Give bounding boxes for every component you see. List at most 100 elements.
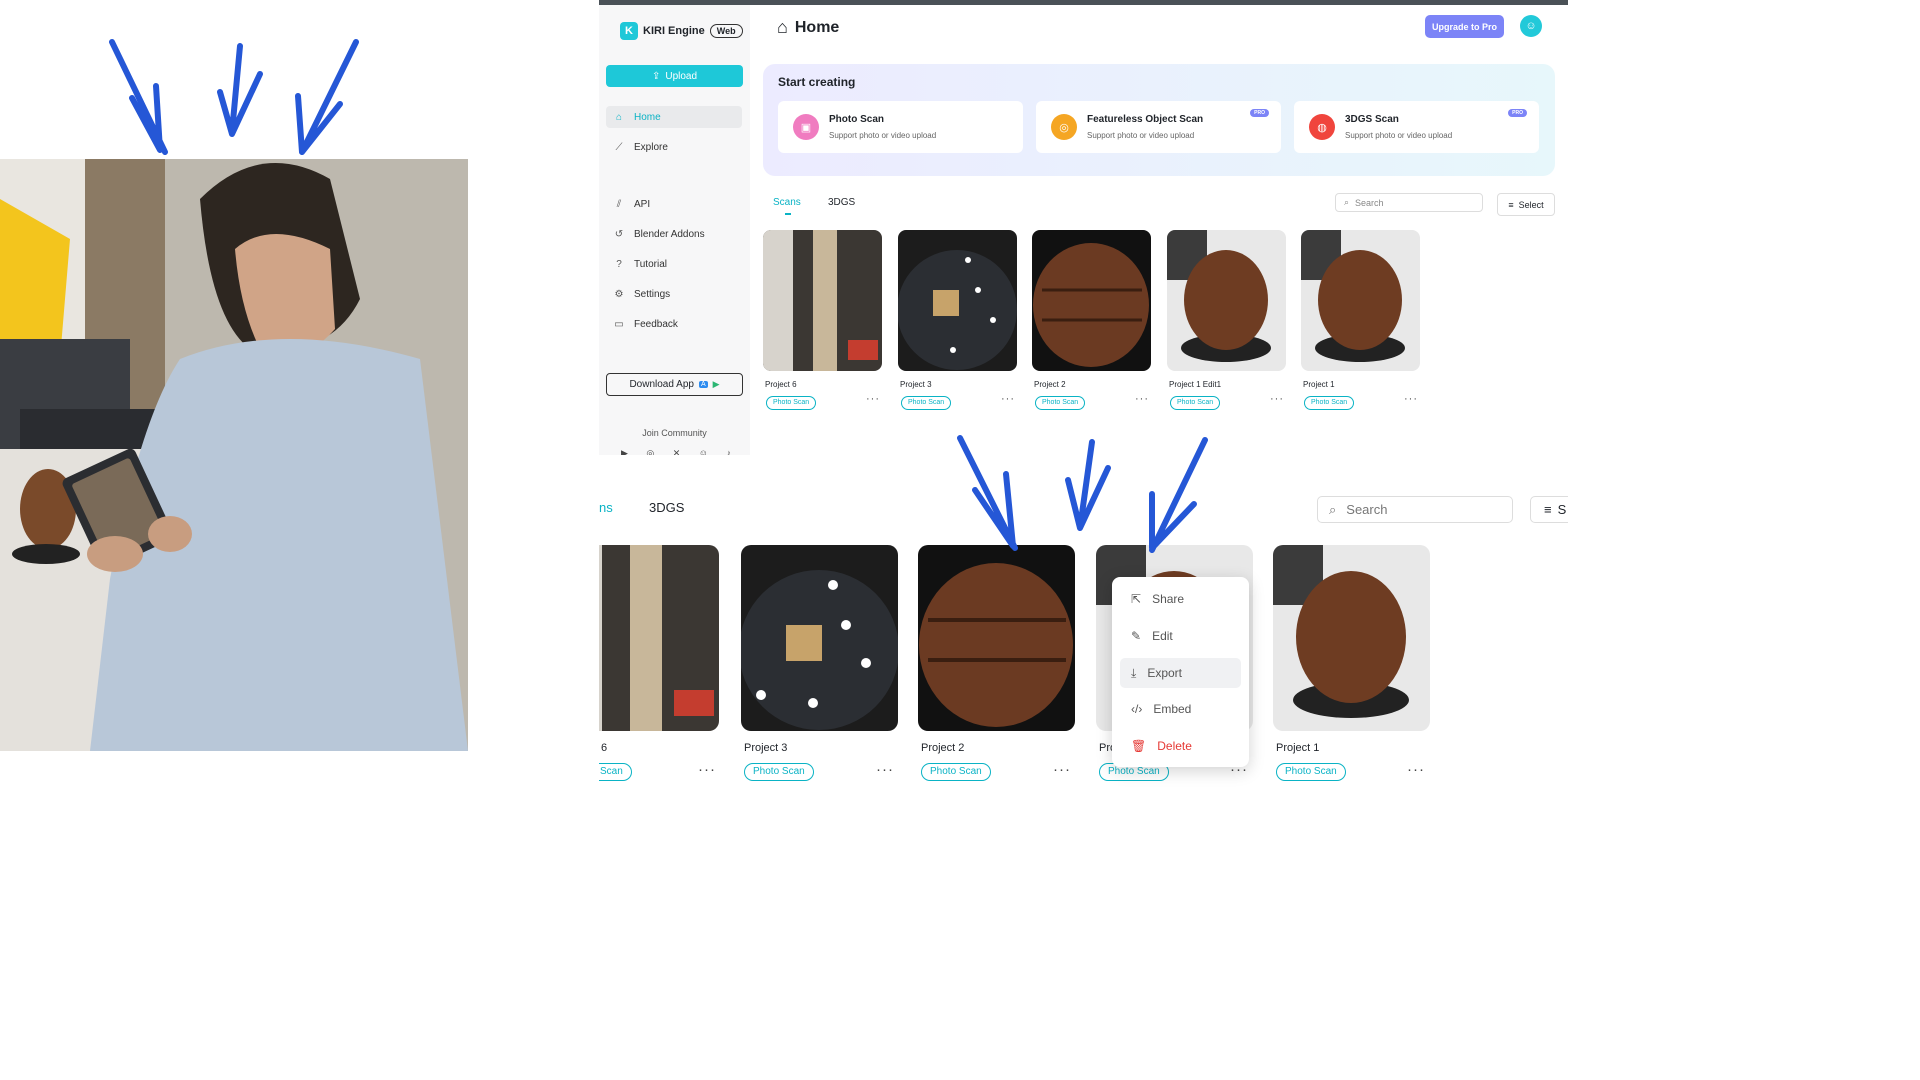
nav-item-api[interactable]: ⫽ API (606, 193, 742, 215)
more-options-icon[interactable]: ··· (876, 761, 894, 778)
home-icon: ⌂ (777, 17, 788, 37)
menu-item-share[interactable]: ⇱ Share (1120, 584, 1241, 614)
upgrade-button[interactable]: Upgrade to Pro (1425, 15, 1504, 38)
select-button[interactable]: ≡ S (1530, 496, 1568, 523)
menu-label: Embed (1153, 702, 1192, 716)
more-options-icon[interactable]: ··· (1135, 393, 1149, 405)
app-store-icon: A (698, 381, 708, 388)
more-options-icon[interactable]: ··· (1404, 393, 1418, 405)
project-thumbnail[interactable] (599, 545, 719, 731)
nav-label: Tutorial (634, 258, 667, 270)
avatar[interactable]: ☺ (1520, 15, 1542, 37)
code-icon: ‹/› (1131, 702, 1143, 716)
search-icon: ⌕ (1344, 197, 1350, 207)
project-type-badge: Photo Scan (1276, 763, 1346, 781)
tab-3dgs[interactable]: 3DGS (649, 500, 684, 515)
download-app-button[interactable]: Download App A ▶ (606, 373, 743, 396)
nav-label: Blender Addons (634, 228, 705, 240)
upload-label: Upload (665, 70, 698, 82)
nav-label: Settings (634, 288, 671, 300)
upload-button[interactable]: ⇪ Upload (606, 65, 743, 87)
nav-label: Home (634, 111, 661, 123)
project-thumbnail[interactable] (1273, 545, 1430, 731)
project-thumbnail[interactable] (741, 545, 898, 731)
project-context-menu: ⇱ Share ✎ Edit ⤓ Export ‹/› Embed 🗑 Dele… (1112, 577, 1249, 767)
tiktok-icon[interactable]: ♪ (726, 448, 731, 455)
start-creating-panel: Start creating ▣ Photo Scan Support phot… (763, 64, 1555, 176)
more-options-icon[interactable]: ··· (1270, 393, 1284, 405)
featureless-scan-card[interactable]: ◎ Featureless Object Scan Support photo … (1036, 101, 1281, 153)
project-name: Project 3 (900, 380, 932, 389)
nav-item-blender-addons[interactable]: ↺ Blender Addons (606, 223, 742, 245)
select-button[interactable]: ≡ Select (1497, 193, 1555, 216)
kiri-app-window: K KIRI Engine Web ⇪ Upload ⌂ Home ⟋ Expl… (599, 0, 1568, 455)
project-name: Project 1 (1303, 380, 1335, 389)
tab-scans[interactable]: Scans (773, 197, 801, 208)
scan-card-subtitle: Support photo or video upload (1345, 131, 1453, 140)
help-icon: ? (616, 258, 622, 270)
nav-label: Explore (634, 141, 668, 153)
more-options-icon[interactable]: ··· (866, 393, 880, 405)
kiri-logo-icon: K (620, 22, 638, 40)
search-input[interactable]: ⌕ Search (1317, 496, 1513, 523)
project-type-badge: Photo Scan (921, 763, 991, 781)
menu-item-embed[interactable]: ‹/› Embed (1120, 694, 1241, 724)
more-options-icon[interactable]: ··· (698, 761, 716, 778)
search-input[interactable]: ⌕ Search (1335, 193, 1483, 212)
project-thumbnail[interactable] (1301, 230, 1420, 371)
nav-item-explore[interactable]: ⟋ Explore (606, 136, 742, 158)
menu-item-delete[interactable]: 🗑 Delete (1120, 731, 1241, 761)
photo-scan-card[interactable]: ▣ Photo Scan Support photo or video uplo… (778, 101, 1023, 153)
tab-scans[interactable]: ns (599, 500, 613, 515)
project-type-badge: Photo Scan (766, 396, 817, 410)
project-type-badge: Photo Scan (1304, 396, 1355, 410)
scan-card-subtitle: Support photo or video upload (829, 131, 937, 140)
api-icon: ⫽ (616, 198, 622, 210)
3dgs-scan-card[interactable]: ◍ 3DGS Scan Support photo or video uploa… (1294, 101, 1539, 153)
sidebar: K KIRI Engine Web ⇪ Upload ⌂ Home ⟋ Expl… (599, 5, 750, 455)
nav-label: API (634, 198, 651, 210)
nav-label: Feedback (634, 318, 678, 330)
blender-icon: ↺ (614, 228, 624, 240)
gear-icon: ⚙ (614, 288, 624, 300)
youtube-icon[interactable]: ▶ (621, 448, 628, 455)
search-placeholder: Search (1355, 197, 1384, 208)
project-name: Project 2 (921, 742, 965, 754)
project-thumbnail[interactable] (1032, 230, 1151, 371)
instagram-icon[interactable]: ◎ (646, 448, 654, 455)
page-title: ⌂ Home (777, 17, 839, 38)
arrow-annotation (295, 39, 359, 155)
project-type-badge: Photo Scan (744, 763, 814, 781)
select-label: Select (1518, 199, 1544, 210)
page-title-text: Home (794, 18, 840, 36)
download-label: Download App (629, 379, 694, 390)
project-thumbnail[interactable] (1167, 230, 1286, 371)
menu-item-edit[interactable]: ✎ Edit (1120, 621, 1241, 651)
more-options-icon[interactable]: ··· (1001, 393, 1015, 405)
project-thumbnail[interactable] (763, 230, 882, 371)
project-type-badge: Scan (599, 763, 632, 781)
menu-label: Share (1152, 592, 1185, 606)
project-thumbnail[interactable] (918, 545, 1075, 731)
social-links: ▶ ◎ ✕ ☺ ♪ (621, 448, 731, 455)
discord-icon[interactable]: ☺ (699, 448, 708, 455)
scan-card-subtitle: Support photo or video upload (1087, 131, 1195, 140)
menu-item-export[interactable]: ⤓ Export (1120, 658, 1241, 688)
project-thumbnail[interactable] (898, 230, 1017, 371)
nav-item-tutorial[interactable]: ? Tutorial (606, 253, 742, 275)
brand-logo[interactable]: K KIRI Engine Web (620, 22, 743, 40)
nav-item-home[interactable]: ⌂ Home (606, 106, 742, 128)
nav-item-settings[interactable]: ⚙ Settings (606, 283, 742, 305)
list-icon: ≡ (1508, 199, 1514, 210)
search-icon: ⌕ (1329, 501, 1337, 517)
nav-item-feedback[interactable]: ▭ Feedback (606, 313, 742, 335)
brand-name: KIRI Engine (643, 25, 705, 37)
tab-3dgs[interactable]: 3DGS (828, 197, 855, 208)
pro-badge: PRO (1508, 109, 1527, 117)
more-options-icon[interactable]: ··· (1053, 761, 1071, 778)
x-icon[interactable]: ✕ (673, 448, 681, 455)
more-options-icon[interactable]: ··· (1407, 761, 1425, 778)
list-icon: ≡ (1544, 502, 1552, 517)
scan-card-title: Photo Scan (829, 114, 885, 125)
project-name: 6 (601, 742, 608, 754)
